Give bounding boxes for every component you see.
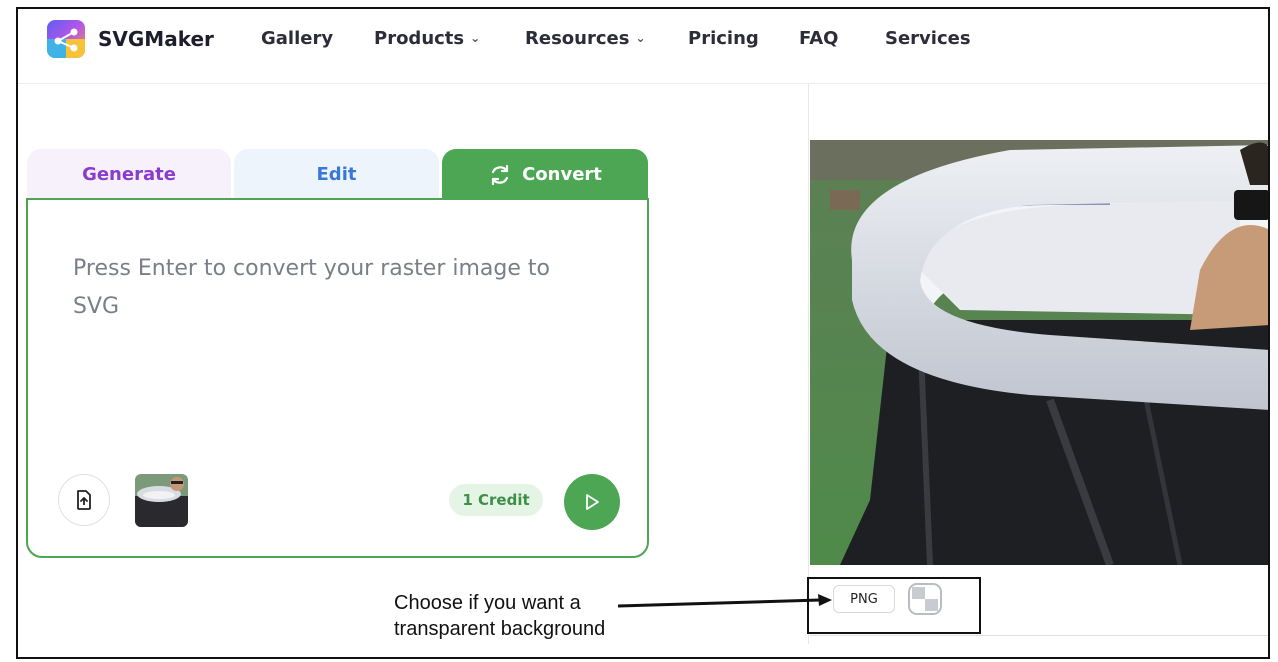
tab-generate-label: Generate — [82, 164, 176, 185]
tab-convert[interactable]: Convert — [442, 149, 648, 200]
prompt-input[interactable]: Press Enter to convert your raster image… — [73, 250, 593, 326]
nav-products[interactable]: Products ⌄ — [374, 28, 480, 49]
nav-faq[interactable]: FAQ — [799, 28, 838, 49]
screenshot-frame: SVGMaker Gallery Products ⌄ Resources ⌄ Pr… — [16, 7, 1270, 659]
nav-resources[interactable]: Resources ⌄ — [525, 28, 646, 49]
top-navbar: SVGMaker Gallery Products ⌄ Resources ⌄ Pr… — [18, 9, 1268, 84]
nav-pricing[interactable]: Pricing — [688, 28, 759, 49]
png-format-button[interactable]: PNG — [833, 585, 895, 613]
convert-prompt-panel: Press Enter to convert your raster image… — [26, 198, 649, 558]
panel-divider — [808, 84, 809, 644]
checkerboard-icon — [908, 583, 942, 615]
nav-services-label: Services — [885, 28, 971, 49]
file-upload-icon — [77, 490, 91, 510]
nav-products-label: Products — [374, 28, 465, 49]
transparent-background-toggle[interactable] — [908, 583, 942, 615]
annotation-arrow-icon — [617, 594, 832, 608]
convert-submit-button[interactable] — [564, 474, 620, 530]
annotation-text: Choose if you want a transparent backgro… — [394, 590, 605, 642]
converted-image-preview — [810, 140, 1268, 565]
brand-name[interactable]: SVGMaker — [98, 27, 214, 51]
nav-services[interactable]: Services — [885, 28, 971, 49]
nav-faq-label: FAQ — [799, 28, 839, 49]
credit-badge: 1 Credit — [449, 484, 543, 516]
uploaded-image-thumbnail[interactable] — [135, 474, 188, 527]
annotation-line-1: Choose if you want a — [394, 592, 581, 614]
nav-pricing-label: Pricing — [688, 28, 759, 49]
nav-gallery[interactable]: Gallery — [261, 28, 333, 49]
svgmaker-logo[interactable] — [47, 20, 85, 58]
tab-convert-label: Convert — [522, 164, 602, 185]
preview-toolbar-divider — [810, 635, 1268, 636]
nav-resources-label: Resources — [525, 28, 630, 49]
tab-edit-label: Edit — [316, 164, 357, 185]
chevron-down-icon: ⌄ — [635, 31, 646, 45]
chevron-down-icon: ⌄ — [470, 31, 481, 45]
upload-file-button[interactable] — [58, 474, 110, 526]
share-nodes-icon — [47, 28, 85, 58]
nav-gallery-label: Gallery — [261, 28, 334, 49]
refresh-icon — [491, 164, 509, 185]
annotation-line-2: transparent background — [394, 618, 606, 640]
play-icon — [586, 494, 599, 510]
tab-generate[interactable]: Generate — [27, 149, 231, 200]
tab-edit[interactable]: Edit — [234, 149, 439, 200]
